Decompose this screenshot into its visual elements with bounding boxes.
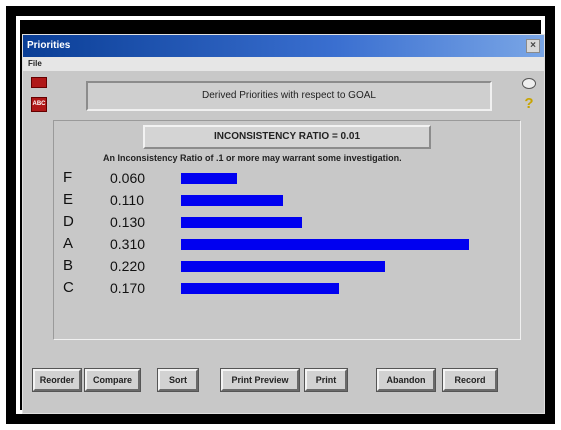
value-label: 0.220 [110,258,146,274]
chart-row: B 0.220 [23,257,546,277]
title-bar: Priorities × [23,35,544,57]
category-label: C [63,279,74,296]
priority-bar [181,239,469,250]
category-label: F [63,169,73,186]
header-title: Derived Priorities with respect to GOAL [86,81,492,111]
print-button[interactable]: Print [304,368,348,392]
record-button[interactable]: Record [442,368,498,392]
priority-bar [181,195,283,206]
value-label: 0.060 [110,170,146,186]
abc-icon[interactable]: ABC [31,97,47,112]
close-button[interactable]: × [526,39,540,53]
priority-bar [181,283,339,294]
reorder-button[interactable]: Reorder [32,368,82,392]
priority-bar [181,173,237,184]
inconsistency-ratio: INCONSISTENCY RATIO = 0.01 [143,125,431,149]
value-label: 0.170 [110,280,146,296]
category-label: B [63,257,74,274]
menu-bar: File [23,57,544,71]
window-title: Priorities [27,40,71,51]
chart-row: F 0.060 [23,169,546,189]
compare-button[interactable]: Compare [84,368,141,392]
category-label: A [63,235,74,252]
priority-bar [181,217,302,228]
chart-row: D 0.130 [23,213,546,233]
chart-row: E 0.110 [23,191,546,211]
print-preview-button[interactable]: Print Preview [220,368,300,392]
priority-bar [181,261,385,272]
chart-row: C 0.170 [23,279,546,299]
value-label: 0.310 [110,236,146,252]
color-icon[interactable] [31,77,47,88]
abandon-button[interactable]: Abandon [376,368,436,392]
value-label: 0.110 [110,192,144,208]
button-bar: Reorder Compare Sort Print Preview Print… [23,365,546,395]
value-label: 0.130 [110,214,146,230]
chart-row: A 0.310 [23,235,546,255]
category-label: E [63,191,74,208]
sort-button[interactable]: Sort [157,368,199,392]
inconsistency-warning: An Inconsistency Ratio of .1 or more may… [103,153,402,163]
priorities-window: Priorities × File ABC Derived Priorities… [22,34,545,414]
category-label: D [63,213,74,230]
comment-icon[interactable] [522,78,536,89]
menu-file[interactable]: File [28,59,42,68]
help-icon[interactable]: ? [521,95,537,113]
